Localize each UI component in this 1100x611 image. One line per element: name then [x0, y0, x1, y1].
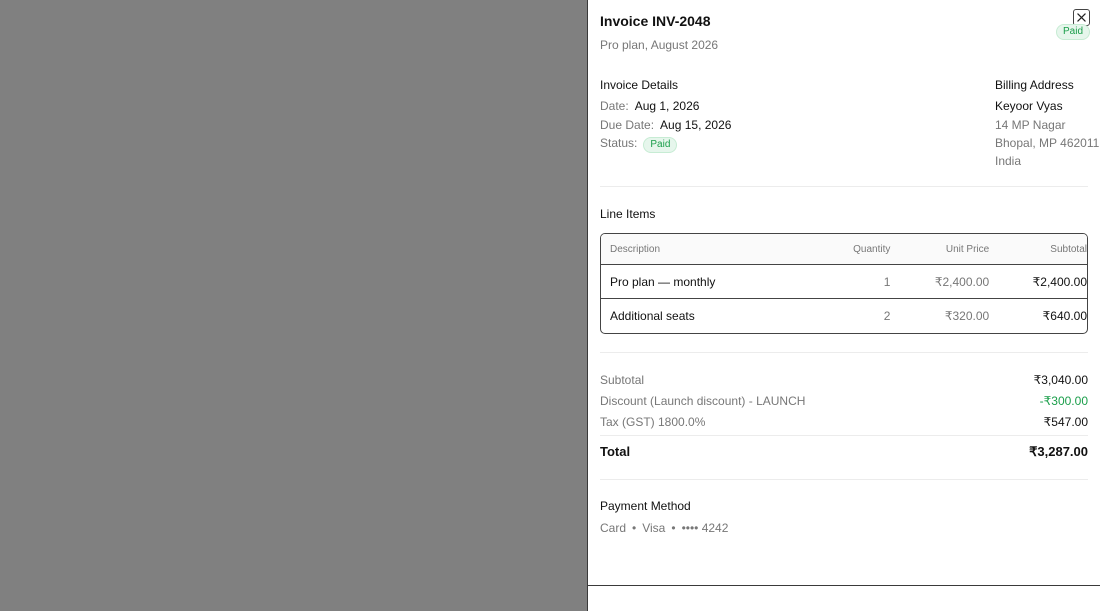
divider [600, 435, 1088, 436]
payment-type: Card [600, 521, 627, 535]
row-subtotal: ₹2,400.00 [1032, 274, 1087, 289]
col-unit-price: Unit Price [945, 243, 990, 255]
drawer-footer-border [588, 585, 1100, 586]
summary-tax: Tax (GST) 1800.0% ₹547.00 [600, 415, 1088, 429]
separator-dot: • [671, 521, 676, 535]
summary-subtotal: Subtotal ₹3,040.00 [600, 373, 1088, 387]
table-row: Pro plan — monthly 1 ₹2,400.00 ₹2,400.00 [601, 265, 1087, 299]
invoice-subtitle: Pro plan, August 2026 [600, 38, 719, 52]
close-icon [1077, 13, 1086, 22]
summary-discount: Discount (Launch discount) - LAUNCH -₹30… [600, 394, 1088, 408]
billing-name: Keyoor Vyas [995, 99, 1063, 113]
card-brand: Visa [642, 521, 666, 535]
divider [600, 352, 1088, 353]
payment-method-details: Card • Visa • •••• 4242 [600, 521, 728, 535]
card-number: •••• 4242 [681, 521, 729, 535]
invoice-status: Status: Paid [600, 136, 678, 153]
status-label: Status: [600, 136, 638, 150]
billing-line1: 14 MP Nagar [995, 118, 1066, 132]
date-value: Aug 1, 2026 [634, 99, 700, 113]
invoice-details-heading: Invoice Details [600, 78, 679, 92]
date-label: Date: [600, 99, 629, 113]
status-value-badge: Paid [643, 137, 678, 153]
invoice-title: Invoice INV-2048 [600, 13, 711, 29]
billing-address-heading: Billing Address [995, 78, 1074, 92]
tax-label: Tax (GST) 1800.0% [600, 415, 706, 429]
tax-value: ₹547.00 [1043, 415, 1088, 429]
invoice-drawer: Invoice INV-2048 Pro plan, August 2026 P… [587, 0, 1100, 611]
line-items-heading: Line Items [600, 207, 656, 221]
billing-country: India [995, 154, 1022, 168]
line-items-table: Description Quantity Unit Price Subtotal… [600, 233, 1088, 334]
subtotal-label: Subtotal [600, 373, 645, 387]
row-description: Additional seats [610, 309, 695, 323]
divider [600, 186, 1088, 187]
col-description: Description [610, 243, 661, 255]
total-label: Total [600, 444, 631, 459]
discount-label: Discount (Launch discount) - LAUNCH [600, 394, 806, 408]
row-quantity: 2 [883, 309, 891, 323]
modal-backdrop[interactable] [0, 0, 587, 611]
row-unit-price: ₹320.00 [944, 309, 990, 323]
total-value: ₹3,287.00 [1029, 444, 1088, 459]
billing-line2: Bhopal, MP 462011 [995, 136, 1100, 150]
divider [600, 479, 1088, 480]
row-subtotal: ₹640.00 [1042, 309, 1087, 323]
due-date-label: Due Date: [600, 118, 655, 132]
row-description: Pro plan — monthly [610, 274, 716, 289]
status-badge: Paid [1056, 24, 1091, 40]
col-subtotal: Subtotal [1050, 243, 1087, 255]
table-header: Description Quantity Unit Price Subtotal [601, 234, 1087, 265]
row-unit-price: ₹2,400.00 [934, 274, 990, 289]
row-quantity: 1 [883, 274, 891, 289]
separator-dot: • [632, 521, 637, 535]
subtotal-value: ₹3,040.00 [1033, 373, 1088, 387]
due-date-value: Aug 15, 2026 [660, 118, 732, 132]
invoice-due-date: Due Date: Aug 15, 2026 [600, 118, 731, 132]
invoice-date: Date: Aug 1, 2026 [600, 99, 699, 113]
discount-value: -₹300.00 [1039, 394, 1088, 408]
col-quantity: Quantity [853, 243, 891, 255]
summary-total: Total ₹3,287.00 [600, 444, 1088, 460]
payment-method-heading: Payment Method [600, 499, 691, 513]
table-row: Additional seats 2 ₹320.00 ₹640.00 [601, 299, 1087, 333]
